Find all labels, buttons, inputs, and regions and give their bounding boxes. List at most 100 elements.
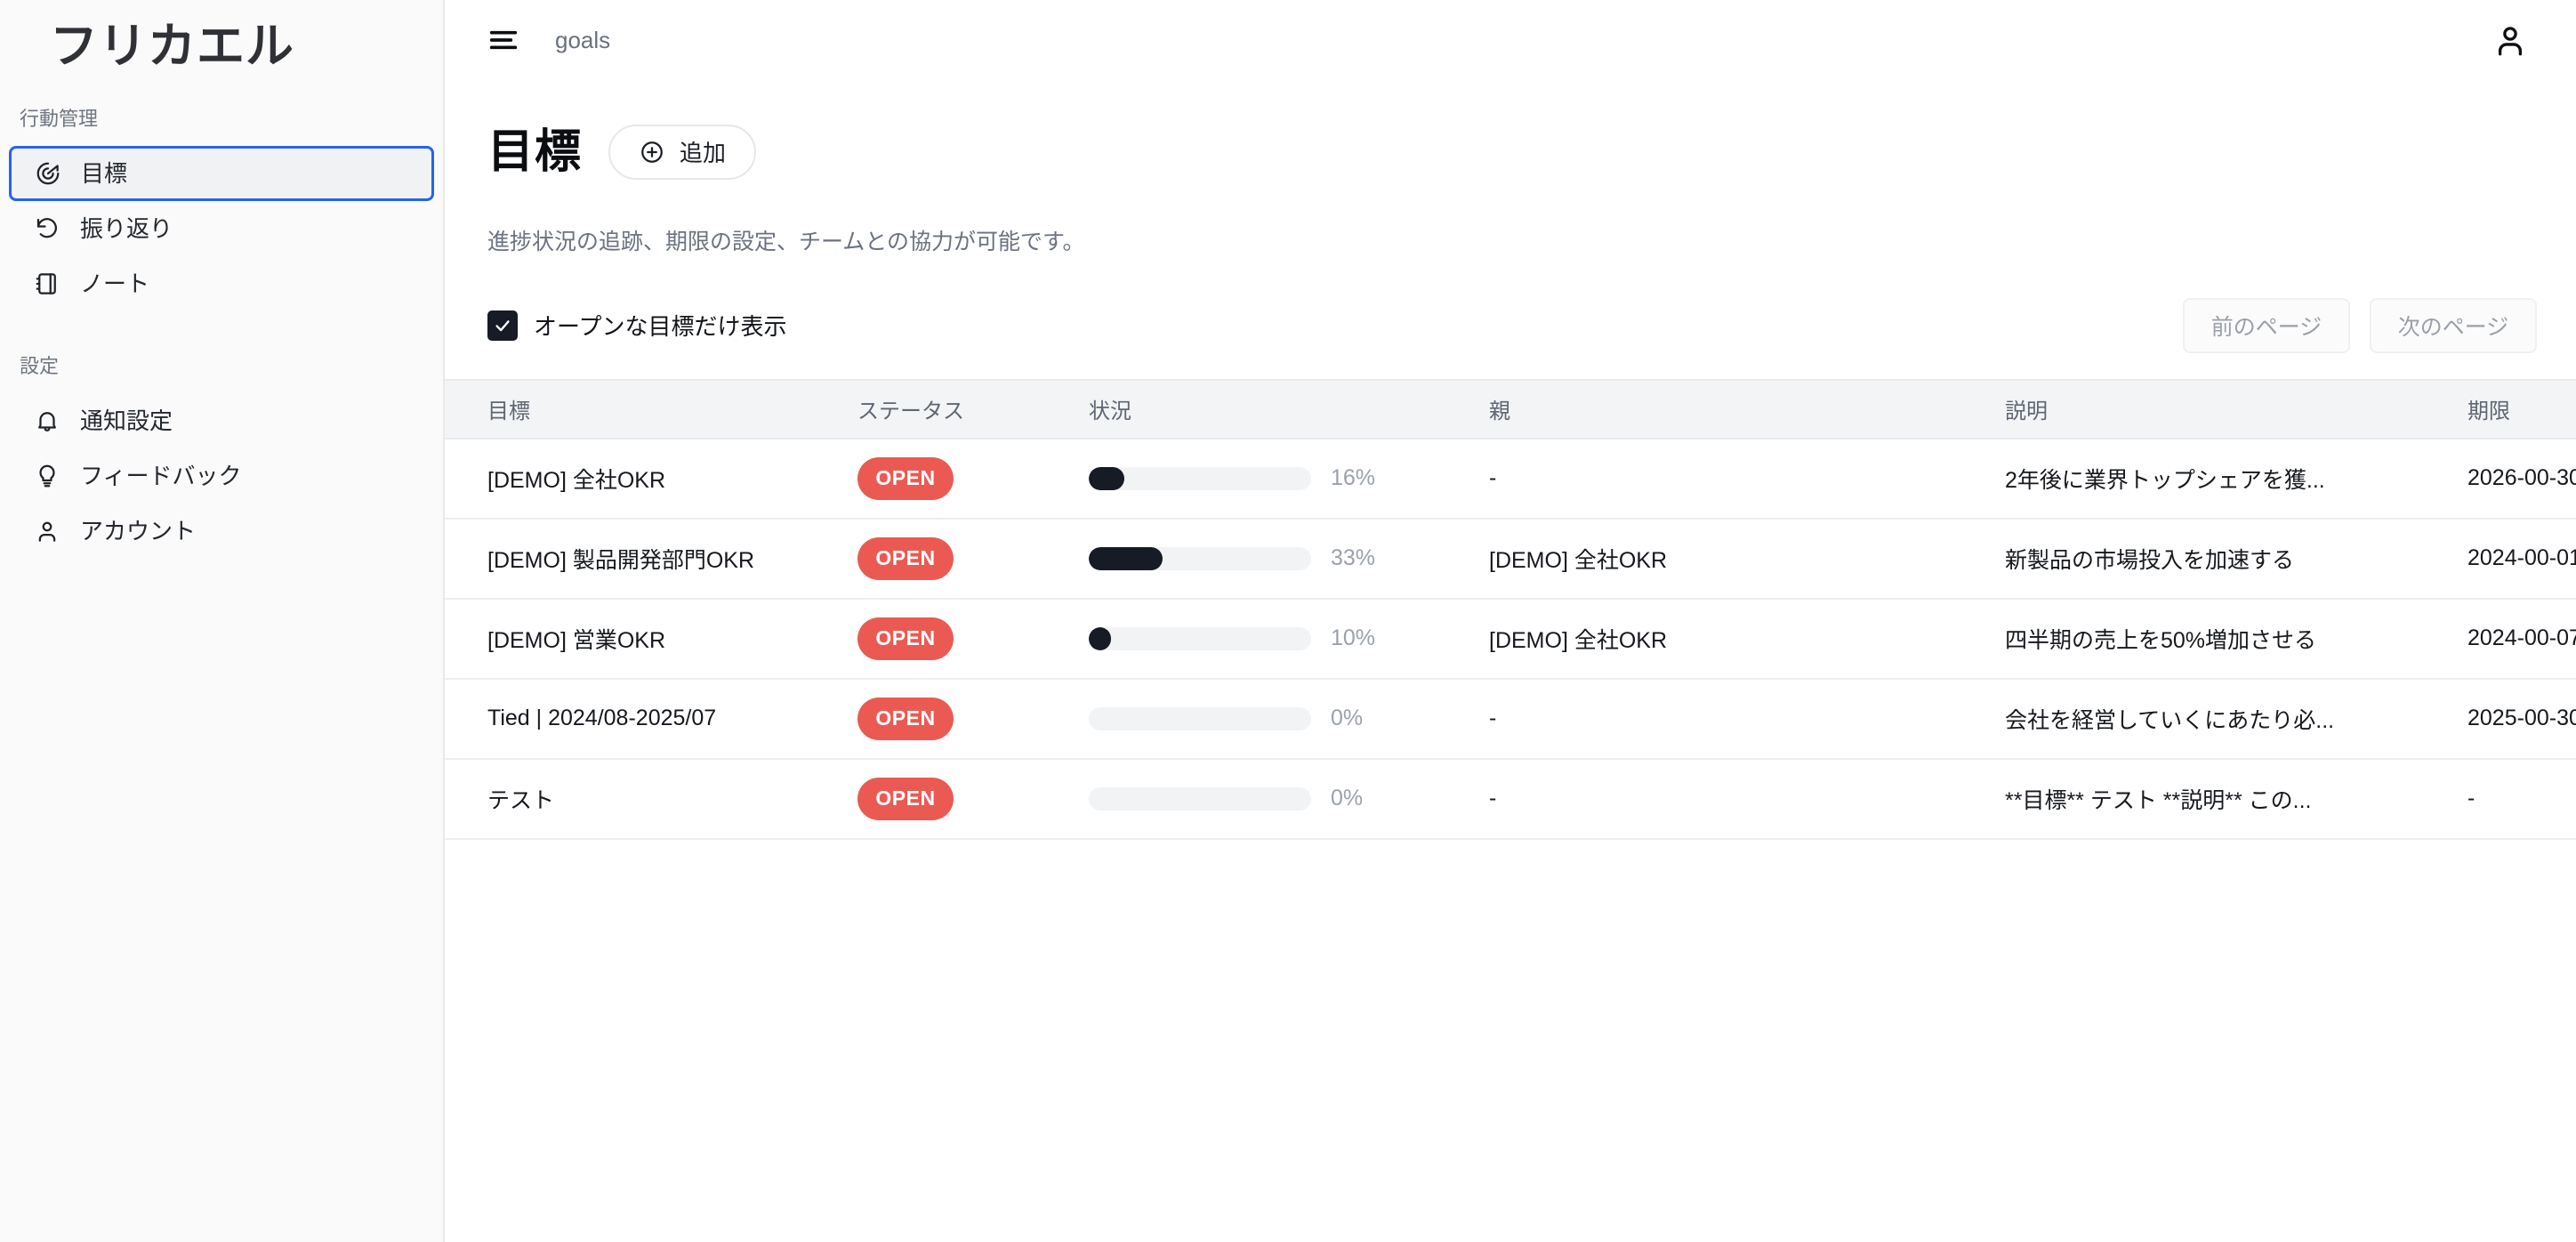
- title-row: 目標 追加: [487, 93, 2533, 212]
- page-title: 目標: [487, 125, 583, 179]
- sidebar: フリカエル 行動管理 目標 振り返り ノート 設定 通知設定 フィードバック ア…: [0, 0, 445, 1242]
- prev-page-button[interactable]: 前のページ: [2183, 297, 2350, 353]
- account-user-icon[interactable]: [2489, 19, 2532, 61]
- progress-track: [1089, 626, 1311, 650]
- sidebar-item-feedback[interactable]: フィードバック: [11, 448, 432, 504]
- sidebar-item-goals[interactable]: 目標: [9, 146, 434, 201]
- cell-description: 2年後に業界トップシェアを獲...: [2005, 467, 2325, 493]
- column-header-due: 期限: [2467, 399, 2510, 424]
- cell-parent: -: [1489, 706, 1497, 731]
- add-goal-label: 追加: [680, 140, 727, 167]
- page-subtitle: 進捗状況の追跡、期限の設定、チームとの協力が可能です。: [487, 229, 1085, 254]
- column-header-progress: 状況: [1089, 399, 1131, 424]
- sidebar-item-label: 通知設定: [80, 407, 173, 434]
- column-header-description: 説明: [2005, 399, 2048, 424]
- progress-indicator: 0%: [1089, 706, 1489, 731]
- plus-circle-icon: [639, 139, 665, 165]
- sidebar-item-label: 振り返り: [80, 215, 173, 242]
- table-row[interactable]: Tied | 2024/08-2025/07 OPEN 0% - 会社を経営していくにあ…: [445, 679, 2576, 760]
- hamburger-icon[interactable]: [484, 20, 523, 60]
- history-icon: [34, 215, 60, 242]
- cell-parent: [DEMO] 全社OKR: [1489, 627, 1668, 653]
- app-brand: フリカエル: [50, 18, 294, 74]
- progress-percent: 16%: [1331, 465, 1376, 491]
- cell-goal: Tied | 2024/08-2025/07: [487, 706, 717, 731]
- cell-parent: [DEMO] 全社OKR: [1489, 547, 1668, 573]
- progress-indicator: 33%: [1089, 545, 1489, 571]
- status-badge: OPEN: [857, 617, 954, 660]
- cell-goal: [DEMO] 営業OKR: [487, 627, 666, 653]
- topbar: goals: [445, 0, 2576, 80]
- progress-percent: 0%: [1331, 786, 1364, 811]
- table-header-row: 目標 ステータス 状況 親 説明 期限: [445, 378, 2576, 440]
- progress-indicator: 0%: [1089, 786, 1489, 811]
- open-only-label: オープンな目標だけ表示: [534, 313, 787, 341]
- cell-parent: -: [1489, 786, 1497, 811]
- table-row[interactable]: [DEMO] 全社OKR OPEN 16% - 2年後に業界トップシェアを獲... 202…: [445, 439, 2576, 520]
- goals-table: 目標 ステータス 状況 親 説明 期限 [DEMO] 全社OKR OPEN 16% -…: [445, 378, 2576, 840]
- cell-due: 2026-00-30: [2467, 465, 2576, 491]
- cell-parent: -: [1489, 465, 1497, 491]
- progress-track: [1089, 546, 1311, 570]
- next-page-button[interactable]: 次のページ: [2370, 297, 2537, 353]
- cell-goal: [DEMO] 製品開発部門OKR: [487, 547, 755, 573]
- cell-goal: [DEMO] 全社OKR: [487, 467, 666, 493]
- target-icon: [35, 160, 61, 187]
- checkbox-box[interactable]: [487, 310, 518, 341]
- table-row[interactable]: [DEMO] 営業OKR OPEN 10% [DEMO] 全社OKR 四半期の売上を50…: [445, 599, 2576, 680]
- cell-description: 四半期の売上を50%増加させる: [2005, 627, 2317, 653]
- add-goal-button[interactable]: 追加: [608, 124, 757, 180]
- progress-track: [1089, 466, 1311, 490]
- cell-due: -: [2467, 786, 2475, 811]
- sidebar-item-retrospective[interactable]: 振り返り: [11, 201, 432, 256]
- progress-percent: 0%: [1331, 706, 1364, 731]
- filter-row: オープンな目標だけ表示 前のページ 次のページ: [445, 295, 2576, 356]
- column-header-parent: 親: [1489, 399, 1510, 424]
- progress-fill: [1089, 626, 1111, 650]
- cell-due: 2024-00-01: [2467, 545, 2576, 571]
- cell-description: 新製品の市場投入を加速する: [2005, 547, 2295, 573]
- main-content: goals 目標 追加 進捗状況の追跡、期限の設定、チームとの協力が可能です。 …: [445, 0, 2576, 1242]
- column-header-goal: 目標: [487, 399, 530, 424]
- sidebar-item-notes[interactable]: ノート: [11, 256, 432, 311]
- sidebar-item-label: 目標: [81, 160, 128, 187]
- cell-goal: テスト: [487, 787, 555, 813]
- status-badge: OPEN: [857, 697, 954, 740]
- column-header-status: ステータス: [857, 399, 964, 424]
- cell-description: **目標** テスト **説明** この...: [2005, 787, 2312, 813]
- sidebar-item-label: ノート: [80, 270, 150, 297]
- cell-due: 2025-00-30: [2467, 706, 2576, 731]
- sidebar-item-notifications[interactable]: 通知設定: [11, 393, 432, 448]
- progress-track: [1089, 706, 1311, 730]
- breadcrumb[interactable]: goals: [555, 27, 610, 54]
- progress-track: [1089, 786, 1311, 811]
- user-icon: [34, 518, 60, 544]
- status-badge: OPEN: [857, 536, 954, 580]
- progress-indicator: 16%: [1089, 465, 1489, 491]
- bell-icon: [34, 407, 60, 434]
- status-badge: OPEN: [857, 456, 954, 500]
- open-only-checkbox[interactable]: オープンな目標だけ表示: [487, 309, 786, 342]
- sidebar-group-settings: 設定 通知設定 フィードバック アカウント: [0, 352, 443, 559]
- lightbulb-icon: [34, 463, 60, 489]
- pagination: 前のページ 次のページ: [2183, 297, 2537, 353]
- progress-percent: 33%: [1331, 545, 1376, 571]
- app-root: フリカエル 行動管理 目標 振り返り ノート 設定 通知設定 フィードバック ア…: [0, 0, 2576, 1242]
- table-row[interactable]: [DEMO] 製品開発部門OKR OPEN 33% [DEMO] 全社OKR 新製品の市…: [445, 519, 2576, 600]
- progress-percent: 10%: [1331, 625, 1376, 651]
- sidebar-item-account[interactable]: アカウント: [11, 504, 432, 559]
- notebook-icon: [34, 270, 60, 297]
- sidebar-nav-settings: 通知設定 フィードバック アカウント: [0, 393, 443, 559]
- sidebar-item-label: アカウント: [80, 518, 197, 544]
- table-body: [DEMO] 全社OKR OPEN 16% - 2年後に業界トップシェアを獲... 202…: [445, 439, 2576, 840]
- status-badge: OPEN: [857, 777, 954, 820]
- sidebar-group-label-settings: 設定: [20, 355, 60, 377]
- progress-fill: [1089, 466, 1124, 490]
- sidebar-item-label: フィードバック: [80, 463, 242, 489]
- sidebar-nav-activity: 目標 振り返り ノート: [0, 146, 443, 311]
- progress-fill: [1089, 546, 1163, 570]
- progress-indicator: 10%: [1089, 625, 1489, 651]
- table-row[interactable]: テスト OPEN 0% - **目標** テスト **説明** この... -: [445, 759, 2576, 840]
- cell-description: 会社を経営していくにあたり必...: [2005, 707, 2335, 733]
- sidebar-group-label-activity: 行動管理: [20, 108, 99, 130]
